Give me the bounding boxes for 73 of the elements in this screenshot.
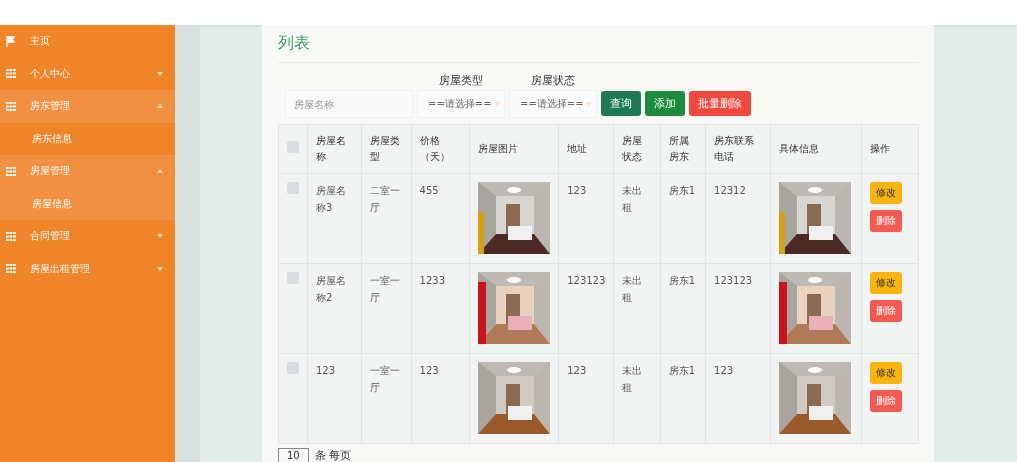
- name-search-field[interactable]: 房屋名称: [285, 90, 413, 118]
- caret-icon: [494, 102, 500, 106]
- sidebar-item[interactable]: 房屋管理: [0, 155, 175, 188]
- table-cell: 房东1: [660, 353, 706, 444]
- edit-button[interactable]: 修改: [869, 362, 902, 384]
- grid-icon: [6, 166, 16, 176]
- danger-button[interactable]: 批量删除: [689, 91, 751, 116]
- column-header: 具体信息: [770, 124, 862, 174]
- status-select[interactable]: ==请选择==: [509, 90, 597, 118]
- table-cell: 房东1: [660, 263, 706, 354]
- sidebar-subitem[interactable]: 房东信息: [0, 122, 175, 155]
- delete-button[interactable]: 删除: [869, 390, 902, 412]
- sidebar-item[interactable]: 房屋出租管理: [0, 252, 175, 285]
- type-select[interactable]: ==请选择==: [417, 90, 505, 118]
- caret-icon: [157, 169, 163, 174]
- edit-button[interactable]: 修改: [869, 272, 902, 294]
- column-header: 房屋名称: [307, 124, 362, 174]
- table-cell: 123: [558, 173, 614, 264]
- table-cell: 房屋名称3: [307, 173, 362, 264]
- table-cell: 123123: [705, 263, 771, 354]
- field-label: 房屋类型: [439, 73, 483, 88]
- table-cell: 未出租: [613, 263, 661, 354]
- table-cell: 455: [411, 173, 470, 264]
- table-cell: 123: [307, 353, 362, 444]
- delete-button[interactable]: 删除: [869, 210, 902, 232]
- column-header: 房屋状态: [613, 124, 661, 174]
- flag-icon: [6, 35, 16, 47]
- table-cell: 房东1: [660, 173, 706, 264]
- grid-icon: [6, 101, 16, 111]
- table-cell: 一室一厅: [361, 353, 412, 444]
- column-header: 房东联系电话: [705, 124, 771, 174]
- sidebar-item[interactable]: 房东管理: [0, 90, 175, 123]
- sidebar-item[interactable]: 主页: [0, 25, 175, 58]
- sidebar-subitem[interactable]: 房屋信息: [0, 187, 175, 220]
- table-cell: 123: [411, 353, 470, 444]
- table-cell: 未出租: [613, 173, 661, 264]
- row-checkbox[interactable]: [287, 272, 299, 284]
- sidebar-item[interactable]: 合同管理: [0, 220, 175, 253]
- table-cell: 1233: [411, 263, 470, 354]
- table-cell: 未出租: [613, 353, 661, 444]
- delete-button[interactable]: 删除: [869, 300, 902, 322]
- table-cell: 12312: [705, 173, 771, 264]
- page-size-label: 条 每页: [314, 448, 352, 462]
- panel-title: 列表: [278, 33, 919, 63]
- table-cell: 房屋名称2: [307, 263, 362, 354]
- column-header: 价格（天）: [411, 124, 470, 174]
- edit-button[interactable]: 修改: [869, 182, 902, 204]
- table-cell: 123: [558, 353, 614, 444]
- sidebar-item[interactable]: 个人中心: [0, 57, 175, 90]
- table-cell: 123: [705, 353, 771, 444]
- table-cell: 二室一厅: [361, 173, 412, 264]
- column-header: 房屋类型: [361, 124, 412, 174]
- row-checkbox[interactable]: [287, 362, 299, 374]
- column-header: 地址: [558, 124, 614, 174]
- select-all-checkbox[interactable]: [287, 140, 299, 153]
- caret-icon: [157, 266, 163, 271]
- add-button[interactable]: 添加: [645, 91, 685, 116]
- caret-icon: [157, 71, 163, 76]
- grid-icon: [6, 69, 16, 79]
- caret-icon: [157, 234, 163, 239]
- column-header: 所属房东: [660, 124, 706, 174]
- column-header: 房屋图片: [469, 124, 559, 174]
- grid-icon: [6, 231, 16, 241]
- caret-icon: [586, 102, 592, 106]
- column-header: 操作: [861, 124, 919, 174]
- row-checkbox[interactable]: [287, 182, 299, 194]
- search-button[interactable]: 查询: [601, 91, 641, 116]
- page-size-select[interactable]: 10: [278, 448, 309, 462]
- table-cell: 123123: [558, 263, 614, 354]
- caret-icon: [157, 104, 163, 109]
- field-label: 房屋状态: [531, 73, 575, 88]
- table-cell: 一室一厅: [361, 263, 412, 354]
- grid-icon: [6, 264, 16, 274]
